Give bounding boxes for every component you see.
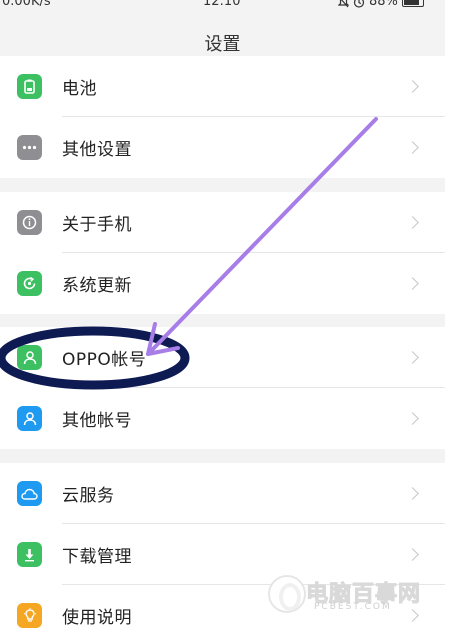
settings-section-3: OPPO帐号 其他帐号 <box>0 327 445 449</box>
right-margin <box>445 0 449 632</box>
settings-item-cloud-service[interactable]: 云服务 <box>0 463 445 524</box>
watermark: 电脑百事网 PCBEST.COM <box>266 575 445 615</box>
chevron-right-icon <box>406 141 419 154</box>
status-right: 88% <box>338 0 424 9</box>
settings-item-system-update[interactable]: 系统更新 <box>0 253 445 314</box>
settings-item-label: 电池 <box>62 79 97 99</box>
page-title: 设置 <box>204 34 241 55</box>
battery-percent: 88% <box>369 0 398 9</box>
info-icon <box>17 210 42 235</box>
settings-item-about-phone[interactable]: 关于手机 <box>0 192 445 253</box>
network-speed: 0.00K/s <box>2 0 51 9</box>
watermark-logo <box>268 575 306 613</box>
settings-item-label: 云服务 <box>62 486 115 506</box>
status-time: 12:10 <box>203 0 241 9</box>
settings-item-oppo-account[interactable]: OPPO帐号 <box>0 327 445 388</box>
chevron-right-icon <box>406 277 419 290</box>
settings-item-other-settings[interactable]: 其他设置 <box>0 117 445 178</box>
user-icon <box>17 345 42 370</box>
settings-item-label: 系统更新 <box>62 276 132 296</box>
battery-icon <box>17 74 42 99</box>
chevron-right-icon <box>406 80 419 93</box>
settings-screen: 0.00K/s 12:10 88% 设置 电池 其他设置 关于手机 系统更新 O… <box>0 0 445 632</box>
chevron-right-icon <box>406 412 419 425</box>
settings-item-label: 下载管理 <box>62 547 132 567</box>
chevron-right-icon <box>406 216 419 229</box>
bell-off-icon <box>338 0 349 7</box>
watermark-url: PCBEST.COM <box>314 602 392 612</box>
bulb-icon <box>17 603 42 628</box>
chevron-right-icon <box>406 548 419 561</box>
settings-item-label: OPPO帐号 <box>62 350 147 370</box>
settings-section-2: 关于手机 系统更新 <box>0 192 445 314</box>
more-dots-icon <box>17 135 42 160</box>
user-icon <box>17 406 42 431</box>
update-icon <box>17 271 42 296</box>
chevron-right-icon <box>406 487 419 500</box>
alarm-icon <box>353 0 365 8</box>
settings-item-label: 其他设置 <box>62 140 132 160</box>
settings-item-other-accounts[interactable]: 其他帐号 <box>0 388 445 449</box>
settings-item-label: 关于手机 <box>62 215 132 235</box>
settings-item-label: 其他帐号 <box>62 411 132 431</box>
status-bar: 0.00K/s 12:10 88% <box>0 0 445 10</box>
settings-item-label: 使用说明 <box>62 608 132 628</box>
settings-section-1: 电池 其他设置 <box>0 56 445 178</box>
chevron-right-icon <box>406 351 419 364</box>
cloud-icon <box>17 481 42 506</box>
download-icon <box>17 542 42 567</box>
settings-item-battery[interactable]: 电池 <box>0 56 445 117</box>
battery-status-icon <box>401 0 424 7</box>
